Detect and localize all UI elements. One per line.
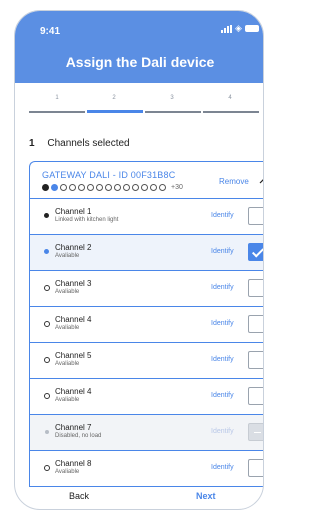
status-time: 9:41: [40, 26, 61, 37]
channel-status-dot: [44, 213, 49, 218]
step-line-1: [29, 111, 85, 113]
channel-row[interactable]: Channel 3 Avaliable Identify: [29, 271, 263, 307]
identify-button: Identify: [211, 428, 234, 435]
channel-row: Channel 7 Disabled, no load Identify: [29, 415, 263, 451]
channel-row[interactable]: Channel 2 Avaliable Identify: [29, 235, 263, 271]
step-1: 1: [55, 95, 59, 101]
channel-dot: [78, 184, 85, 191]
identify-button[interactable]: Identify: [211, 356, 234, 363]
channel-checkbox[interactable]: [248, 315, 263, 333]
stepper: 1 2 3 4: [15, 95, 259, 115]
channel-dot: [123, 184, 130, 191]
channel-dot: [96, 184, 103, 191]
channel-checkbox[interactable]: [248, 279, 263, 297]
selected-count: 1: [29, 138, 35, 149]
channel-dot: [105, 184, 112, 191]
remove-button[interactable]: Remove: [219, 177, 249, 186]
step-line-2-active: [87, 110, 143, 113]
step-line-4: [203, 111, 259, 113]
channel-dot: [141, 184, 148, 191]
channel-status: Disabled, no load: [55, 433, 102, 439]
channel-dot: [69, 184, 76, 191]
channel-name: Channel 4: [55, 315, 92, 324]
channel-status: Avaliable: [55, 397, 80, 403]
channel-status: Avaliable: [55, 325, 80, 331]
identify-button[interactable]: Identify: [211, 320, 234, 327]
channel-status-dot: [44, 285, 50, 291]
channel-status-dot: [44, 465, 50, 471]
channel-status-dot: [44, 249, 49, 254]
step-line-3: [145, 111, 201, 113]
step-2: 2: [112, 95, 116, 101]
channel-name: Channel 1: [55, 207, 92, 216]
channel-dot: [51, 184, 58, 191]
status-icons: ◈: [221, 24, 259, 33]
gateway-card[interactable]: GATEWAY DALI - ID 00F31B8C +30 Remove: [29, 161, 264, 199]
back-button[interactable]: Back: [69, 491, 89, 501]
channel-row[interactable]: Channel 4 Avaliable Identify: [29, 307, 263, 343]
step-3: 3: [170, 95, 174, 101]
channel-status-dot: [44, 357, 50, 363]
channel-status-dot: [44, 393, 50, 399]
channel-status-dot: [44, 321, 50, 327]
channel-name: Channel 7: [55, 423, 92, 432]
chevron-up-icon[interactable]: [258, 175, 264, 187]
identify-button[interactable]: Identify: [211, 392, 234, 399]
channel-status: Avaliable: [55, 253, 80, 259]
channel-checkbox: [248, 423, 263, 441]
more-channels-count: +30: [171, 184, 183, 191]
identify-button[interactable]: Identify: [211, 464, 234, 471]
identify-button[interactable]: Identify: [211, 284, 234, 291]
identify-button[interactable]: Identify: [211, 212, 234, 219]
channel-status: Avaliable: [55, 289, 80, 295]
channel-row[interactable]: Channel 1 Linked with kitchen light Identi…: [29, 199, 263, 235]
channel-dot: [150, 184, 157, 191]
channel-checkbox[interactable]: [248, 459, 263, 477]
next-button[interactable]: Next: [196, 491, 216, 501]
channel-dot: [60, 184, 67, 191]
footer: Back Next: [0, 486, 255, 514]
channel-name: Channel 5: [55, 351, 92, 360]
channel-dot: [42, 184, 49, 191]
page-title: Assign the Dali device: [65, 54, 215, 70]
channel-checkbox[interactable]: [248, 387, 263, 405]
channel-name: Channel 3: [55, 279, 92, 288]
channel-status: Linked with kitchen light: [55, 217, 119, 223]
header: 9:41 ◈ Assign the Dali device: [15, 11, 263, 83]
selection-summary: 1 Channels selected: [29, 138, 130, 149]
channel-dot: [132, 184, 139, 191]
signal-icon: [221, 24, 232, 33]
channel-dot: [114, 184, 121, 191]
channel-row[interactable]: Channel 5 Avaliable Identify: [29, 343, 263, 379]
channel-name: Channel 4: [55, 387, 92, 396]
wifi-icon: ◈: [235, 23, 242, 33]
identify-button[interactable]: Identify: [211, 248, 234, 255]
battery-icon: [244, 25, 259, 32]
channel-name: Channel 8: [55, 459, 92, 468]
channel-dot: [87, 184, 94, 191]
phone-frame: 9:41 ◈ Assign the Dali device 1 2 3 4 1 …: [14, 10, 264, 510]
channel-checkbox[interactable]: [248, 207, 263, 225]
channel-list: Channel 1 Linked with kitchen light Identi…: [29, 199, 263, 487]
channel-checkbox-checked[interactable]: [248, 243, 263, 261]
channel-row[interactable]: Channel 8 Avaliable Identify: [29, 451, 263, 487]
channel-status: Avaliable: [55, 469, 80, 475]
selected-label: Channels selected: [47, 138, 130, 149]
channel-status: Avaliable: [55, 361, 80, 367]
gateway-title: GATEWAY DALI - ID 00F31B8C: [42, 170, 176, 180]
channel-status-dot: [45, 430, 49, 434]
channel-dot: [159, 184, 166, 191]
channel-row[interactable]: Channel 4 Avaliable Identify: [29, 379, 263, 415]
channel-checkbox[interactable]: [248, 351, 263, 369]
channel-dots: +30: [42, 184, 183, 191]
channel-name: Channel 2: [55, 243, 92, 252]
step-4: 4: [228, 95, 232, 101]
